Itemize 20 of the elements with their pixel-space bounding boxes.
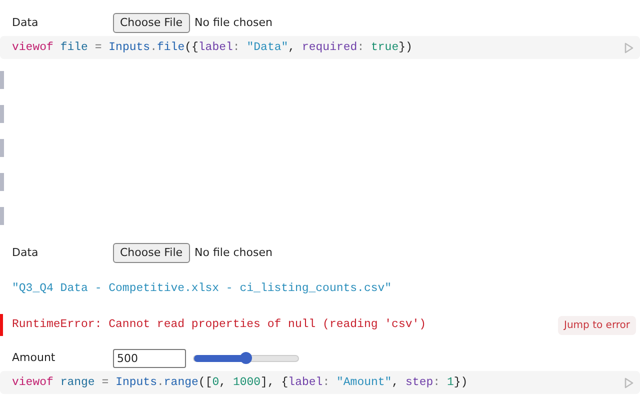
code-line: viewof file = Inputs.file({label: "Data", required: true}) bbox=[12, 40, 412, 56]
string-output: "Q3_Q4 Data - Competitive.xlsx - ci_listing_counts.csv" bbox=[12, 282, 392, 295]
choose-file-button[interactable]: Choose File bbox=[113, 13, 190, 33]
pending-cell-marker bbox=[0, 105, 4, 123]
pending-cell-marker bbox=[0, 139, 4, 157]
file-status: No file chosen bbox=[194, 244, 272, 261]
number-field[interactable]: 500 bbox=[113, 348, 186, 368]
pending-cell-marker bbox=[0, 207, 4, 225]
slider-thumb[interactable] bbox=[240, 352, 252, 364]
file-status: No file chosen bbox=[194, 14, 272, 31]
pending-cell-marker bbox=[0, 173, 4, 191]
input-label: Data bbox=[12, 14, 40, 31]
error-message: RuntimeError: Cannot read properties of null (reading 'csv') bbox=[12, 317, 426, 334]
input-label: Data bbox=[12, 244, 40, 261]
choose-file-button[interactable]: Choose File bbox=[113, 243, 190, 263]
slider-track[interactable] bbox=[193, 354, 299, 362]
jump-to-error-button[interactable]: Jump to error bbox=[558, 316, 636, 334]
code-line: viewof range = Inputs.range([0, 1000], {label: "Amount", step: 1}) bbox=[12, 374, 468, 391]
pending-cell-marker bbox=[0, 71, 4, 89]
input-label: Amount bbox=[12, 350, 56, 366]
